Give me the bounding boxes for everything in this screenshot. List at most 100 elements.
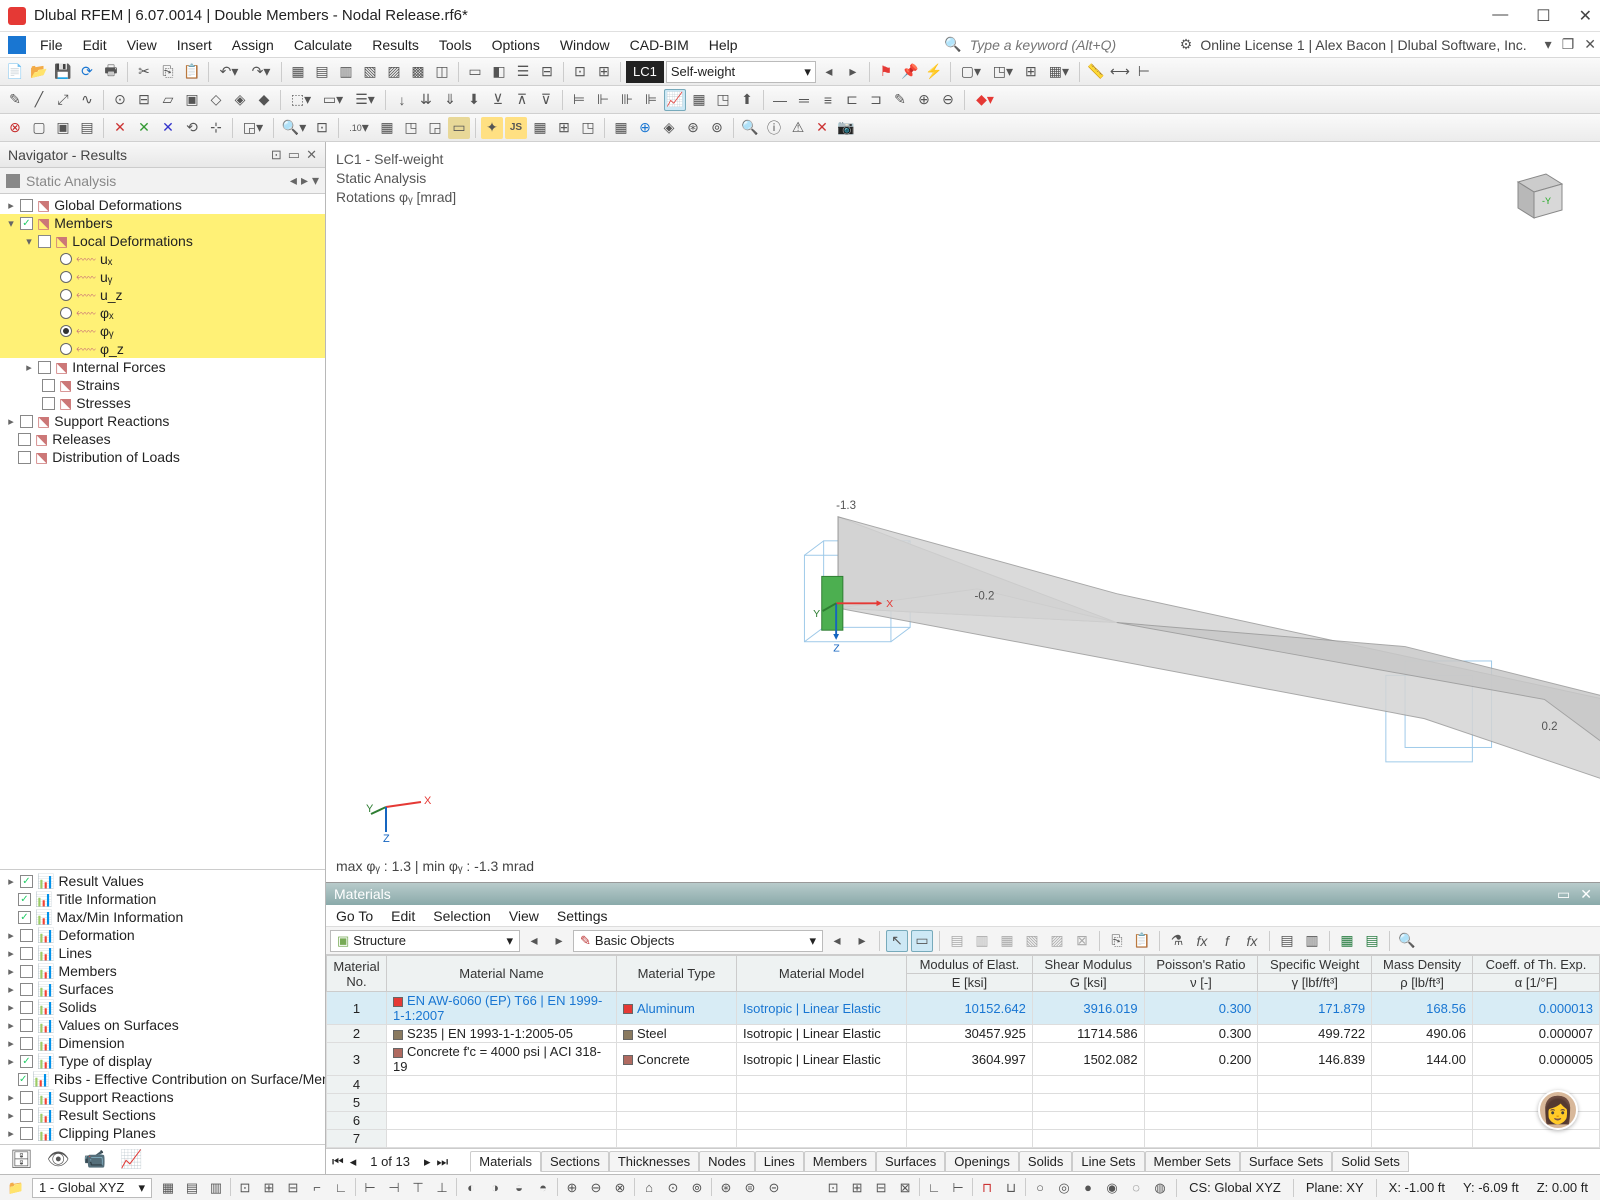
box-icon[interactable]: ▢	[28, 117, 50, 139]
load-icon[interactable]: ⊼	[511, 89, 533, 111]
align-icon[interactable]: ☰	[512, 61, 534, 83]
table-row[interactable]: 2S235 | EN 1993-1-1:2005-05SteelIsotropi…	[327, 1025, 1600, 1043]
snap-icon[interactable]: ⊟	[871, 1178, 891, 1198]
settings-icon[interactable]: ⚙	[1180, 36, 1193, 53]
s-icon[interactable]: ⊙	[663, 1178, 683, 1198]
o5-icon[interactable]: ◌	[1126, 1178, 1146, 1198]
search2-icon[interactable]: 🔍	[1396, 930, 1418, 952]
menu-tools[interactable]: Tools	[429, 34, 482, 56]
restore-icon[interactable]: ❐	[1562, 36, 1575, 53]
op-icon[interactable]: ◆	[253, 89, 275, 111]
opt-item[interactable]: ▸✓📊Result Values	[0, 872, 325, 890]
menu-help[interactable]: Help	[699, 34, 748, 56]
s-icon[interactable]: ⊚	[687, 1178, 707, 1198]
tree-node[interactable]: ▸⬔Global Deformations	[0, 196, 325, 214]
zoom-icon[interactable]: 🔍▾	[279, 117, 309, 139]
axis-icon[interactable]: ✕	[109, 117, 131, 139]
box-icon[interactable]: ▢▾	[956, 61, 986, 83]
js-icon[interactable]: JS	[505, 117, 527, 139]
wand-icon[interactable]: ⚡	[923, 61, 945, 83]
down-icon[interactable]: ▾	[312, 172, 319, 189]
opt-item[interactable]: ✓📊Title Information	[0, 890, 325, 908]
fn-icon[interactable]: fx	[1191, 930, 1213, 952]
tool-icon[interactable]: ▨	[383, 61, 405, 83]
select2-icon[interactable]: ▭▾	[318, 89, 348, 111]
fn3-icon[interactable]: fx	[1241, 930, 1263, 952]
s-icon[interactable]: ◑	[485, 1178, 505, 1198]
snap-icon[interactable]: ⊠	[895, 1178, 915, 1198]
materials-tab[interactable]: Members	[804, 1151, 876, 1172]
s-icon[interactable]: ∟	[331, 1178, 351, 1198]
s-icon[interactable]: ⊟	[283, 1178, 303, 1198]
iso-icon[interactable]: ◲▾	[238, 117, 268, 139]
opt-item[interactable]: ▸📊Result Sections	[0, 1106, 325, 1124]
prev-icon[interactable]: ◂	[290, 172, 297, 189]
row-icon[interactable]: ▦	[996, 930, 1018, 952]
s-icon[interactable]: ⊗	[610, 1178, 630, 1198]
mat-menu-settings[interactable]: Settings	[557, 908, 608, 924]
grid3-icon[interactable]: ⊞	[1020, 61, 1042, 83]
opt-item[interactable]: ▸📊Clipping Planes	[0, 1124, 325, 1142]
excel-icon[interactable]: ▦	[1336, 930, 1358, 952]
s-icon[interactable]: ⌐	[307, 1178, 327, 1198]
refresh-icon[interactable]: ⟳	[76, 61, 98, 83]
s-icon[interactable]: ⊝	[764, 1178, 784, 1198]
node-icon[interactable]: ⊙	[109, 89, 131, 111]
prev-icon[interactable]: ◂	[523, 930, 545, 952]
curve-icon[interactable]: ∿	[76, 89, 98, 111]
last-icon[interactable]: ⏭	[437, 1154, 449, 1170]
res-icon[interactable]: ◳	[712, 89, 734, 111]
s-icon[interactable]: ⊥	[432, 1178, 452, 1198]
table-row[interactable]: 6	[327, 1112, 1600, 1130]
node-icon[interactable]: ⊞	[593, 61, 615, 83]
axis-icon[interactable]: ✕	[157, 117, 179, 139]
menu-file[interactable]: File	[30, 34, 73, 56]
scale-icon[interactable]: .10▾	[344, 117, 374, 139]
res-icon[interactable]: ⊨	[568, 89, 590, 111]
materials-tab[interactable]: Surface Sets	[1240, 1151, 1332, 1172]
obj-icon[interactable]: ◳	[400, 117, 422, 139]
o4-icon[interactable]: ◉	[1102, 1178, 1122, 1198]
filter-icon[interactable]: ⚗	[1166, 930, 1188, 952]
magnet-icon[interactable]: ⊓	[977, 1178, 997, 1198]
table-row[interactable]: 5	[327, 1094, 1600, 1112]
warn-icon[interactable]: ⚠	[787, 117, 809, 139]
row-icon[interactable]: ▤	[946, 930, 968, 952]
grid-icon[interactable]: ⊞	[553, 117, 575, 139]
undo-icon[interactable]: ↶▾	[214, 61, 244, 83]
o1-icon[interactable]: ○	[1030, 1178, 1050, 1198]
loadcase-select[interactable]: Self-weight▾	[666, 61, 816, 83]
res-icon[interactable]: ⬆	[736, 89, 758, 111]
s-icon[interactable]: ⊕	[562, 1178, 582, 1198]
print-icon[interactable]: 🖶	[100, 61, 122, 83]
opt-item[interactable]: ✓📊Max/Min Information	[0, 908, 325, 926]
prev-page-icon[interactable]: ◂	[350, 1154, 357, 1170]
tree-opt[interactable]: ⬳u_z	[0, 286, 325, 304]
snap2-icon[interactable]: ⊔	[1001, 1178, 1021, 1198]
mat-menu-selection[interactable]: Selection	[433, 908, 491, 924]
assistant-avatar[interactable]: 👩	[1538, 1090, 1578, 1130]
close-icon[interactable]: ✕	[306, 147, 317, 163]
tree-opt[interactable]: ⬳φ_z	[0, 340, 325, 358]
s-icon[interactable]: ⊞	[259, 1178, 279, 1198]
sel-icon[interactable]: ✦	[481, 117, 503, 139]
close-icon[interactable]: ✕	[1580, 886, 1592, 903]
opt-item[interactable]: ✓📊Ribs - Effective Contribution on Surfa…	[0, 1070, 325, 1088]
grid-icon[interactable]: ▦	[529, 117, 551, 139]
tree-localdef[interactable]: ▾⬔Local Deformations	[0, 232, 325, 250]
s-icon[interactable]: ◓	[533, 1178, 553, 1198]
snap-icon[interactable]: ∟	[924, 1178, 944, 1198]
dim-icon[interactable]: ⟷	[1109, 61, 1131, 83]
tree-opt[interactable]: ⬳φₓ	[0, 304, 325, 322]
cut-icon[interactable]: ✂	[133, 61, 155, 83]
cube-icon[interactable]: ◳	[577, 117, 599, 139]
edit-icon[interactable]: ═	[793, 89, 815, 111]
pin-icon[interactable]: 📌	[899, 61, 921, 83]
copy-icon[interactable]: ⎘	[157, 61, 179, 83]
tree-node[interactable]: ⬔Releases	[0, 430, 325, 448]
line2-icon[interactable]: ⤢	[52, 89, 74, 111]
paste2-icon[interactable]: 📋	[1131, 930, 1153, 952]
menu-edit[interactable]: Edit	[73, 34, 117, 56]
tool-icon[interactable]: ▦	[287, 61, 309, 83]
tool-icon[interactable]: ▧	[359, 61, 381, 83]
